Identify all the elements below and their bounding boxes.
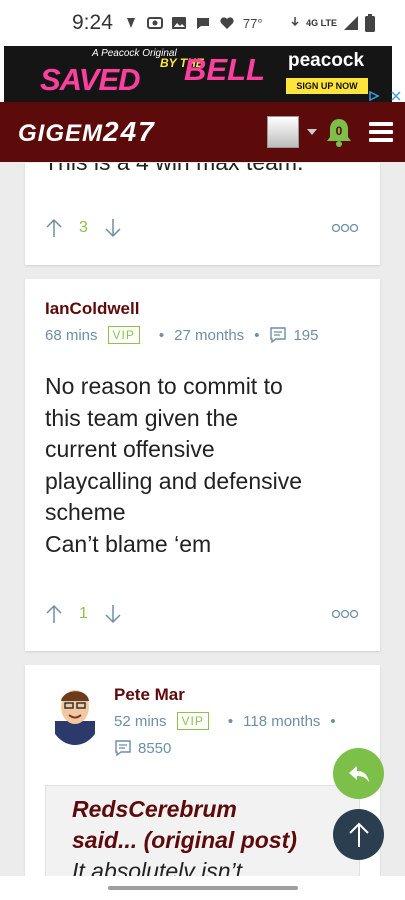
post-card: IanColdwell 68 mins VIP • 27 months • 19… — [25, 279, 380, 651]
meta-separator: • — [254, 326, 260, 344]
vote-count: 1 — [79, 605, 88, 622]
signal-icon — [344, 16, 358, 30]
meta-separator: • — [330, 712, 336, 730]
header-actions: 0 — [267, 102, 393, 162]
post-body-line: this team given the — [45, 404, 239, 431]
user-avatar[interactable] — [49, 683, 101, 745]
notification-count: 0 — [335, 124, 343, 138]
upvote-arrow-icon[interactable] — [45, 604, 63, 624]
wifi-calling-icon — [291, 17, 299, 27]
post-meta: 68 mins VIP • 27 months • 195 — [45, 326, 318, 344]
status-temperature: 77° — [242, 15, 263, 31]
ad-brand: peacock — [288, 50, 365, 71]
network-type: 4G LTE — [306, 17, 337, 28]
post-count-value: 8550 — [138, 739, 172, 757]
cartoon-avatar-icon — [55, 690, 95, 745]
vote-controls: 3 — [45, 218, 122, 238]
ad-title-saved: SAVED — [40, 62, 141, 97]
home-gesture-handle[interactable] — [108, 886, 298, 890]
ad-choices-icon[interactable] — [368, 90, 380, 102]
post-time: 52 mins — [114, 712, 167, 730]
more-options-icon[interactable] — [332, 223, 358, 233]
message-icon — [115, 740, 131, 757]
post-body: This is a 4 win max team. — [44, 163, 303, 176]
camera-icon — [146, 17, 163, 29]
status-bar: 9:24 77° 4G LTE — [0, 0, 405, 46]
post-card: Pete Mar 52 mins VIP • 118 months • 8550… — [25, 665, 380, 900]
vote-count: 3 — [79, 219, 88, 236]
logo-text: GIGEM — [18, 120, 104, 147]
logo-number: 247 — [103, 116, 156, 147]
post-card: This is a 4 win max team. 3 — [25, 163, 380, 265]
post-count: 195 — [269, 326, 318, 344]
downvote-arrow-icon[interactable] — [104, 218, 122, 238]
scroll-to-top-button[interactable] — [333, 809, 384, 860]
user-avatar[interactable] — [267, 116, 299, 148]
ad-title-bell: BELL — [184, 52, 265, 87]
post-meta: 52 mins VIP • 118 months • — [114, 712, 346, 730]
membership-length: 27 months — [174, 326, 245, 344]
membership-length: 118 months — [243, 712, 321, 730]
quote-original-post-link[interactable]: said... (original post) — [72, 825, 359, 856]
status-system-icons: 4G LTE — [290, 14, 375, 32]
post-time: 68 mins — [45, 326, 98, 344]
post-body-line: current offensive — [45, 436, 215, 462]
post-body-line: playcalling and defensive — [45, 467, 303, 494]
post-body-line: No reason to commit to — [45, 373, 283, 399]
ad-close-icon[interactable] — [390, 90, 402, 102]
heart-icon — [220, 17, 234, 29]
downvote-arrow-icon[interactable] — [104, 604, 122, 624]
meta-separator: • — [227, 712, 234, 730]
site-header: GIGEM247 0 — [0, 102, 405, 162]
reply-arrow-icon — [348, 765, 369, 782]
meta-separator: • — [158, 326, 165, 344]
post-body: No reason to commit to this team given t… — [45, 371, 365, 560]
post-count: 8550 — [114, 739, 171, 757]
upvote-arrow-icon[interactable] — [45, 218, 63, 238]
arrow-up-icon — [348, 822, 369, 847]
notification-app-icon — [126, 18, 135, 28]
more-options-icon[interactable] — [332, 609, 358, 619]
hamburger-menu-icon[interactable] — [369, 118, 393, 146]
post-body-line: scheme — [45, 499, 126, 525]
post-body-line: Can’t blame ‘em — [45, 530, 212, 557]
vip-badge: VIP — [176, 712, 209, 730]
image-icon — [171, 17, 186, 29]
ad-banner[interactable]: A Peacock Original SAVED BY THE BELL pea… — [0, 46, 405, 102]
notifications-bell[interactable]: 0 — [325, 117, 353, 147]
status-notification-icons: 77° — [123, 15, 263, 31]
chevron-down-icon[interactable] — [307, 129, 317, 135]
status-time: 9:24 — [72, 11, 113, 34]
post-username[interactable]: Pete Mar — [114, 685, 185, 705]
quote-author[interactable]: RedsCerebrum — [72, 794, 359, 825]
vote-controls: 1 — [45, 604, 122, 624]
ad-signup-button[interactable]: SIGN UP NOW — [286, 78, 368, 94]
post-count-value: 195 — [293, 326, 319, 344]
reply-button[interactable] — [333, 748, 384, 799]
ad-creative[interactable]: A Peacock Original SAVED BY THE BELL pea… — [4, 46, 392, 102]
vip-badge: VIP — [107, 326, 140, 344]
system-nav-bar — [0, 876, 405, 900]
post-username[interactable]: IanColdwell — [45, 299, 139, 319]
message-icon — [270, 327, 287, 344]
chat-bubble-icon — [196, 18, 209, 29]
battery-icon — [365, 14, 375, 32]
site-logo[interactable]: GIGEM247 — [18, 116, 156, 148]
